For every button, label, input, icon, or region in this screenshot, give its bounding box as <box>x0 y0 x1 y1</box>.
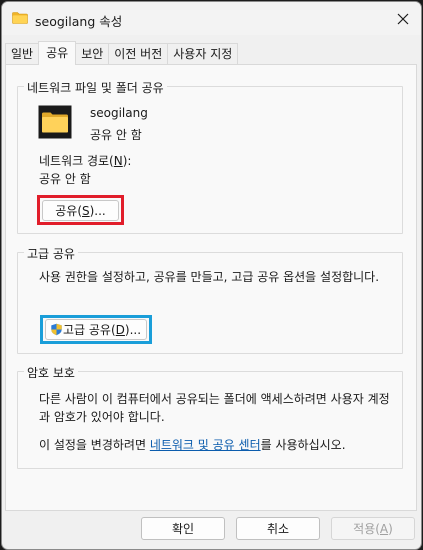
share-status: 공유 안 함 <box>90 128 142 142</box>
tab-customize[interactable]: 사용자 지정 <box>167 43 239 65</box>
window-title: seogilang 속성 <box>35 14 123 29</box>
tab-security[interactable]: 보안 <box>75 43 110 65</box>
shield-icon <box>51 323 62 336</box>
apply-button[interactable]: 적용(A) <box>331 517 415 540</box>
title-bar: seogilang 속성 <box>2 2 421 35</box>
close-icon <box>397 13 409 24</box>
tab-general[interactable]: 일반 <box>5 43 40 65</box>
advanced-share-description: 사용 권한을 설정하고, 공유를 만들고, 고급 공유 옵션을 설정합니다. <box>39 270 380 284</box>
advanced-share-button[interactable]: 고급 공유(D)... <box>45 319 147 340</box>
tab-strip: 일반 공유 보안 이전 버전 사용자 지정 <box>5 41 239 65</box>
folder-icon <box>38 105 72 139</box>
network-share-group-title: 네트워크 파일 및 폴더 공유 <box>24 79 167 96</box>
network-sharing-center-link[interactable]: 네트워크 및 공유 센터 <box>150 438 261 452</box>
folder-icon <box>12 12 28 24</box>
tab-previous-versions[interactable]: 이전 버전 <box>108 43 169 65</box>
network-path-value: 공유 안 함 <box>39 172 91 186</box>
password-protection-description: 다른 사람이 이 컴퓨터에서 공유되는 폴더에 액세스하려면 사용자 계정과 암… <box>39 392 390 424</box>
ok-button[interactable]: 확인 <box>141 517 225 540</box>
password-protection-group-title: 암호 보호 <box>24 364 78 381</box>
close-button[interactable] <box>385 2 421 35</box>
folder-name: seogilang <box>90 106 148 120</box>
tab-sharing[interactable]: 공유 <box>38 41 77 65</box>
advanced-share-group-title: 고급 공유 <box>24 245 78 262</box>
password-protection-instruction: 이 설정을 변경하려면 네트워크 및 공유 센터를 사용하십시오. <box>39 438 346 452</box>
properties-dialog: seogilang 속성 일반 공유 보안 이전 버전 사용자 지정 네트워크 … <box>1 1 422 550</box>
share-button[interactable]: 공유(S)... <box>42 200 119 221</box>
cancel-button[interactable]: 취소 <box>236 517 320 540</box>
network-path-label: 네트워크 경로(N): <box>39 154 132 168</box>
